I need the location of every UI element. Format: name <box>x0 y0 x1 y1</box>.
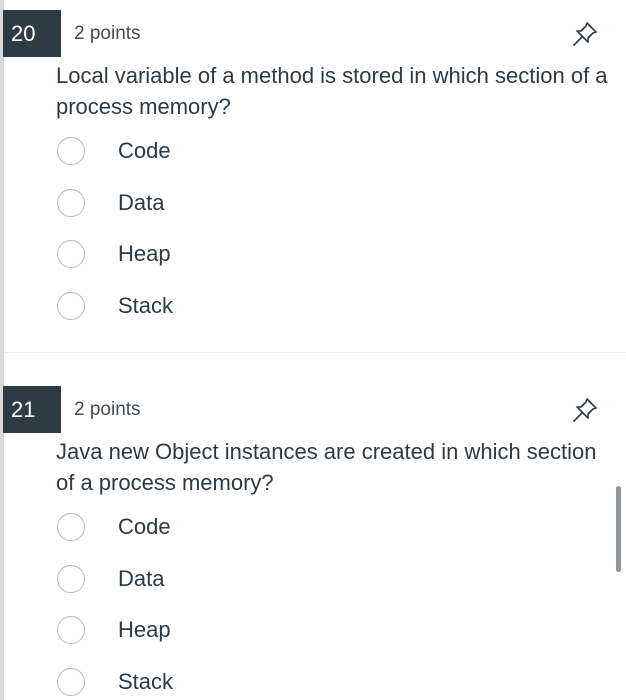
radio-button[interactable] <box>57 616 85 644</box>
answer-label[interactable]: Code <box>118 132 171 170</box>
question-header: 21 2 points <box>0 386 626 433</box>
answer-option[interactable]: Heap <box>56 611 596 663</box>
quiz-page: 20 2 points Local variable of a method i… <box>0 0 626 700</box>
scrollbar[interactable] <box>616 486 621 572</box>
question-number: 21 <box>3 386 61 433</box>
answer-list: Code Data Heap Stack <box>56 508 596 700</box>
question-text: Local variable of a method is stored in … <box>56 63 608 119</box>
radio-button[interactable] <box>57 240 85 268</box>
question-text: Java new Object instances are created in… <box>56 439 597 495</box>
answer-option[interactable]: Code <box>56 132 596 184</box>
question-points: 2 points <box>74 23 141 44</box>
answer-label[interactable]: Data <box>118 560 164 598</box>
left-border <box>0 0 4 700</box>
answer-option[interactable]: Code <box>56 508 596 560</box>
answer-label[interactable]: Data <box>118 184 164 222</box>
answer-option[interactable]: Data <box>56 560 596 612</box>
answer-label[interactable]: Heap <box>118 611 171 649</box>
answer-label[interactable]: Code <box>118 508 171 546</box>
answer-label[interactable]: Stack <box>118 663 173 700</box>
question-number: 20 <box>3 10 61 57</box>
answer-label[interactable]: Heap <box>118 235 171 273</box>
radio-button[interactable] <box>57 513 85 541</box>
radio-button[interactable] <box>57 564 85 593</box>
radio-button[interactable] <box>57 137 85 165</box>
question-header: 20 2 points <box>0 10 626 57</box>
question-divider <box>4 352 626 353</box>
radio-button[interactable] <box>57 188 85 217</box>
question-21: 21 2 points Java new Object instances ar… <box>0 386 626 696</box>
answer-option[interactable]: Data <box>56 184 596 236</box>
question-20: 20 2 points Local variable of a method i… <box>0 10 626 320</box>
pin-icon[interactable] <box>571 396 599 424</box>
answer-list: Code Data Heap Stack <box>56 132 596 338</box>
radio-button[interactable] <box>57 667 85 696</box>
pin-icon[interactable] <box>571 20 599 48</box>
radio-button[interactable] <box>57 291 85 320</box>
answer-option[interactable]: Stack <box>56 287 596 339</box>
answer-option[interactable]: Stack <box>56 663 596 700</box>
question-points: 2 points <box>74 399 141 420</box>
answer-label[interactable]: Stack <box>118 287 173 325</box>
answer-option[interactable]: Heap <box>56 235 596 287</box>
